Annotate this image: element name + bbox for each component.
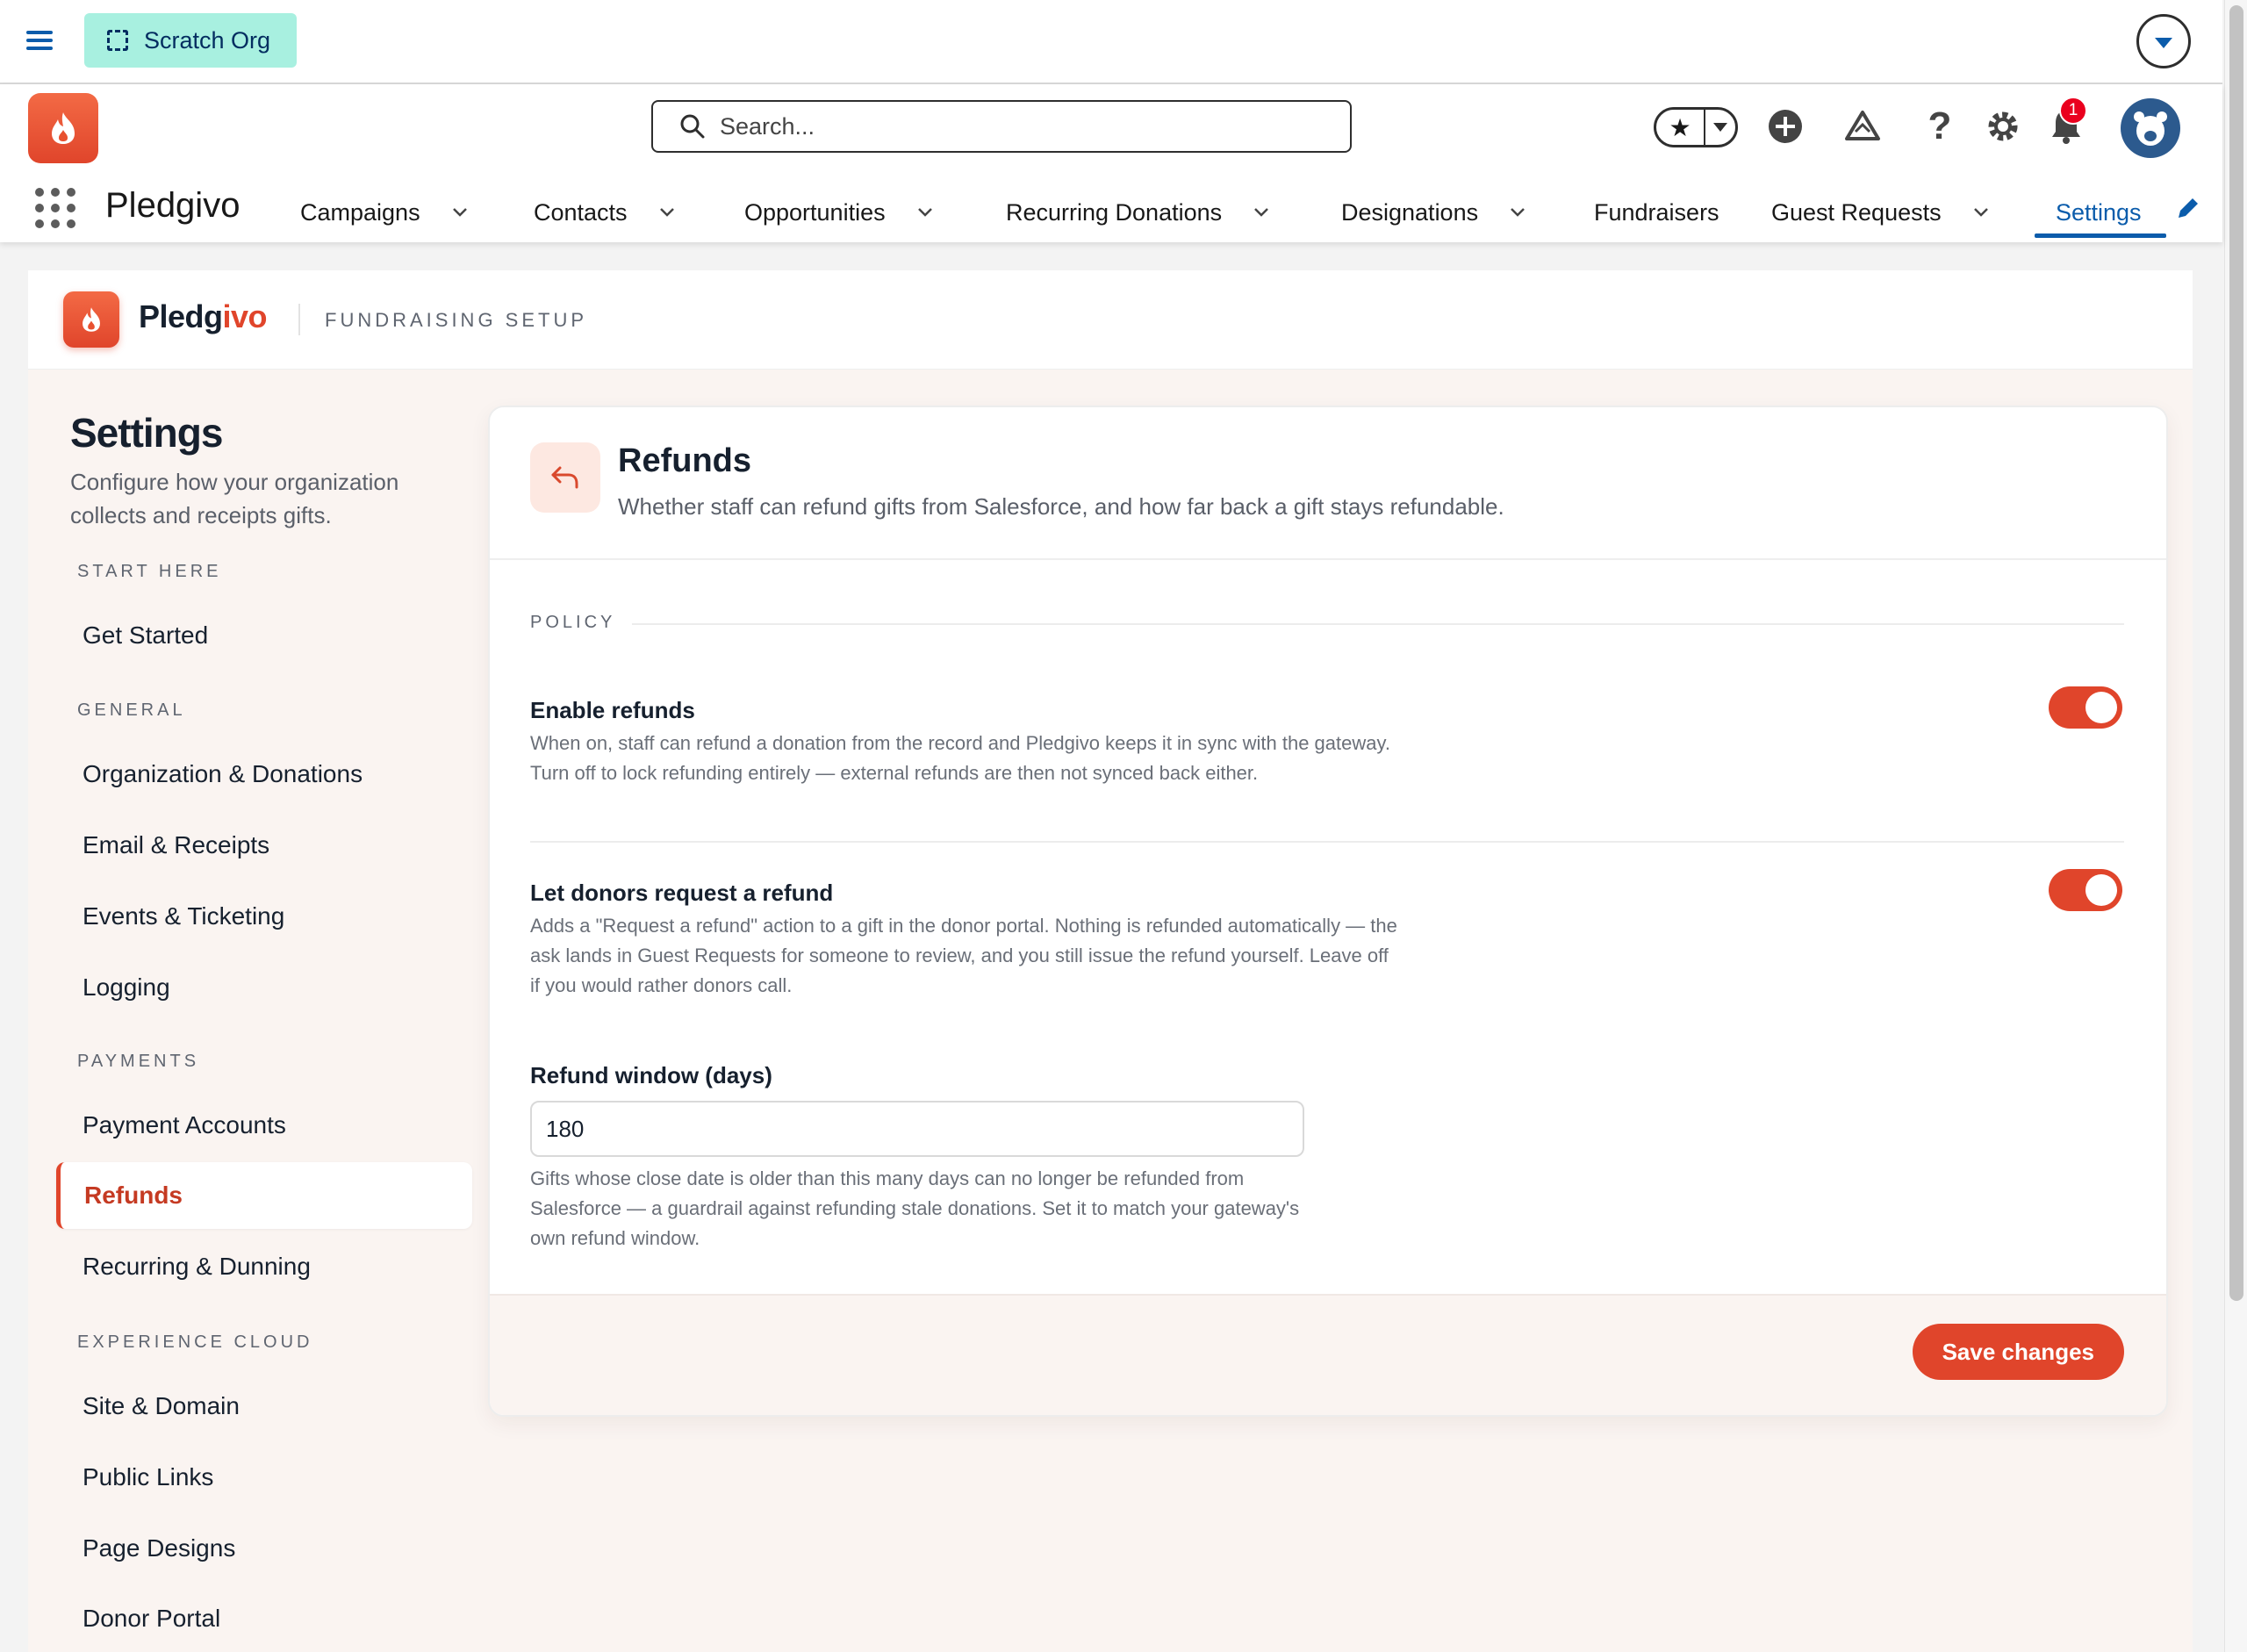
sidebar-section-label: GENERAL (77, 700, 186, 720)
nav-tab-label: Opportunities (744, 198, 886, 226)
brand-name-accent: ivo (222, 298, 268, 334)
sidebar-item-payment-accounts[interactable]: Payment Accounts (54, 1092, 441, 1159)
nav-tab-contacts[interactable]: Contacts (534, 193, 675, 232)
nav-tab-campaigns[interactable]: Campaigns (300, 193, 468, 232)
enable-refunds-title: Enable refunds (530, 697, 695, 723)
save-changes-button[interactable]: Save changes (1912, 1324, 2124, 1380)
nav-tab-label: Recurring Donations (1006, 198, 1223, 226)
active-tab-indicator (2035, 233, 2166, 238)
global-header: ★ ? 1 Pledgivo Campaigns Contacts Opport… (0, 84, 2222, 242)
sidebar-item-get-started[interactable]: Get Started (54, 602, 441, 669)
sidebar-item-organization-donations[interactable]: Organization & Donations (54, 741, 441, 808)
enable-refunds-description: When on, staff can refund a donation fro… (530, 732, 1390, 784)
app-name: Pledgivo (105, 186, 240, 225)
org-label: Scratch Org (144, 26, 271, 54)
app-launcher-icon[interactable] (35, 188, 75, 228)
trailhead-icon[interactable] (1841, 105, 1884, 147)
refund-window-label: Refund window (days) (530, 1062, 772, 1088)
toggle-knob (2085, 692, 2117, 723)
sidebar-section-label: PAYMENTS (77, 1052, 200, 1071)
nav-tab-label: Settings (2056, 198, 2142, 226)
nav-tab-recurring-donations[interactable]: Recurring Donations (1006, 193, 1269, 232)
search-input[interactable] (718, 111, 1336, 141)
settings-page: Pledgivo FUNDRAISING SETUP Settings Conf… (28, 270, 2193, 1652)
scrollbar-thumb[interactable] (2229, 5, 2243, 1301)
chevron-down-icon[interactable] (917, 205, 933, 220)
search-icon (680, 114, 705, 139)
global-search[interactable] (651, 100, 1352, 153)
star-icon[interactable]: ★ (1656, 110, 1705, 145)
setup-gear-icon[interactable] (1982, 105, 2024, 147)
section-label-policy: POLICY (530, 613, 616, 632)
brand-subtitle: FUNDRAISING SETUP (325, 309, 588, 331)
flame-logo-icon[interactable] (28, 93, 98, 163)
sidebar-description: Configure how your organization collects… (70, 469, 399, 528)
nav-tab-opportunities[interactable]: Opportunities (744, 193, 933, 232)
divider (530, 841, 2124, 843)
sidebar-item-page-designs[interactable]: Page Designs (54, 1515, 441, 1582)
sidebar-title: Settings (70, 410, 223, 456)
chevron-down-icon[interactable] (1973, 205, 1989, 220)
sidebar-item-refunds[interactable]: Refunds (56, 1162, 472, 1229)
user-avatar[interactable] (2121, 98, 2180, 158)
scratch-org-icon (107, 30, 128, 51)
help-icon[interactable]: ? (1919, 104, 1961, 147)
sidebar-item-events-ticketing[interactable]: Events & Ticketing (54, 883, 441, 950)
brand-divider (298, 304, 300, 335)
edit-nav-pencil-icon[interactable] (2175, 195, 2201, 221)
sidebar-item-logging[interactable]: Logging (54, 954, 441, 1021)
favorites-group[interactable]: ★ (1654, 107, 1738, 147)
nav-tab-label: Guest Requests (1771, 198, 1942, 226)
nav-tab-label: Contacts (534, 198, 628, 226)
refunds-settings-card: Refunds Whether staff can refund gifts f… (488, 406, 2168, 1417)
card-header: Refunds Whether staff can refund gifts f… (490, 407, 2166, 560)
sidebar-section-label: START HERE (77, 562, 222, 581)
refund-window-input[interactable] (530, 1101, 1304, 1157)
sidebar-section-label: EXPERIENCE CLOUD (77, 1332, 313, 1352)
card-title: Refunds (618, 442, 751, 479)
brand-name-main: Pledg (139, 298, 223, 334)
toggle-knob (2085, 874, 2117, 906)
add-icon[interactable] (1764, 105, 1806, 147)
chevron-down-icon[interactable] (659, 205, 675, 220)
undo-arrow-icon (530, 442, 600, 513)
sidebar-item-recurring-dunning[interactable]: Recurring & Dunning (54, 1233, 441, 1300)
nav-tab-label: Campaigns (300, 198, 420, 226)
chevron-down-icon[interactable] (2136, 14, 2191, 68)
sidebar-item-public-links[interactable]: Public Links (54, 1444, 441, 1511)
donor-request-description: Adds a "Request a refund" action to a gi… (530, 915, 1397, 996)
card-footer: Save changes (490, 1294, 2166, 1415)
favorites-dropdown-icon[interactable] (1705, 123, 1735, 132)
refund-window-help: Gifts whose close date is older than thi… (530, 1167, 1300, 1249)
card-subtitle: Whether staff can refund gifts from Sale… (618, 493, 1504, 520)
notification-badge: 1 (2059, 97, 2087, 125)
nav-tab-label: Designations (1341, 198, 1479, 226)
chevron-down-icon[interactable] (452, 205, 468, 220)
nav-tab-designations[interactable]: Designations (1341, 193, 1526, 232)
flame-logo-icon (63, 291, 119, 348)
brand-bar: Pledgivo FUNDRAISING SETUP (28, 270, 2193, 370)
donor-request-title: Let donors request a refund (530, 880, 834, 906)
brand-name: Pledgivo (139, 298, 268, 335)
nav-tab-fundraisers[interactable]: Fundraisers (1594, 193, 1719, 232)
sidebar-item-email-receipts[interactable]: Email & Receipts (54, 812, 441, 879)
hamburger-menu-icon[interactable] (26, 26, 56, 56)
divider (632, 623, 2124, 625)
nav-tab-guest-requests[interactable]: Guest Requests (1771, 193, 1989, 232)
sidebar-item-donor-portal[interactable]: Donor Portal (54, 1585, 441, 1652)
nav-tab-label: Fundraisers (1594, 198, 1719, 226)
system-bar: Scratch Org (0, 0, 2222, 84)
nav-tab-settings[interactable]: Settings (2056, 193, 2142, 232)
enable-refunds-toggle[interactable] (2049, 686, 2122, 729)
sidebar-item-site-domain[interactable]: Site & Domain (54, 1373, 441, 1440)
chevron-down-icon[interactable] (1253, 205, 1269, 220)
donor-request-toggle[interactable] (2049, 869, 2122, 911)
page-scrollbar[interactable] (2224, 0, 2247, 1652)
org-chip[interactable]: Scratch Org (84, 13, 297, 68)
chevron-down-icon[interactable] (1510, 205, 1526, 220)
